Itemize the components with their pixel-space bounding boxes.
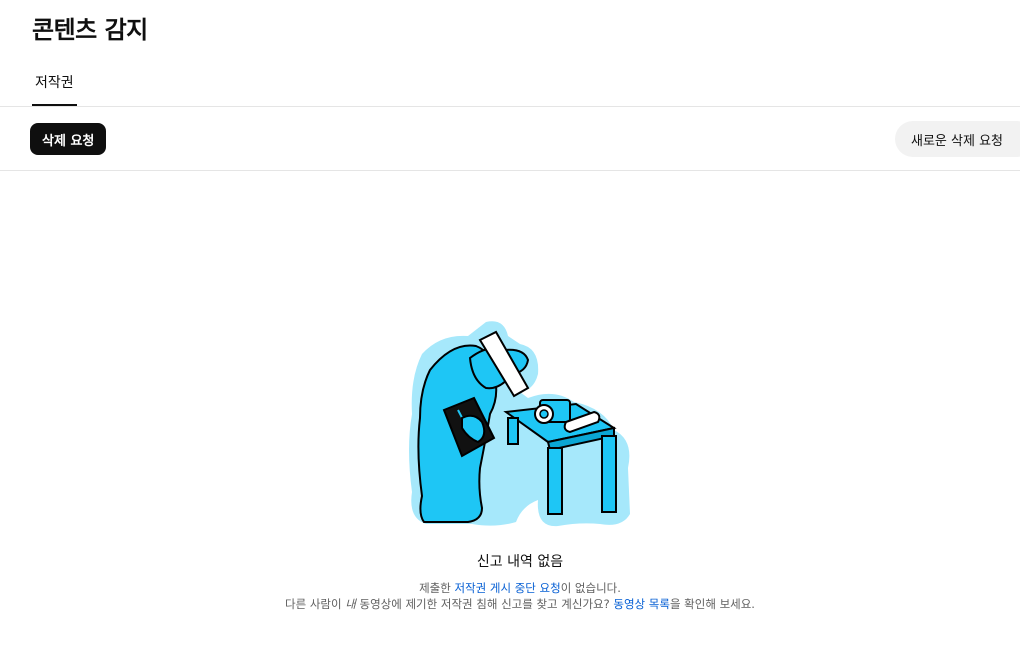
illustration-table-leg [547, 447, 563, 515]
line2-suffix: 을 확인해 보세요. [669, 597, 755, 611]
copyright-takedown-link[interactable]: 저작권 게시 중단 요청 [455, 581, 561, 595]
person-inspecting-camera-illustration [409, 321, 630, 527]
empty-state-title: 신고 내역 없음 [476, 554, 564, 570]
tab-copyright[interactable]: 저작권 [32, 60, 77, 106]
line1-prefix: 제출한 [419, 581, 455, 595]
illustration-table-leg [601, 435, 617, 513]
illustration-table-leg [507, 417, 519, 445]
empty-state-line-1: 제출한 저작권 게시 중단 요청이 없습니다. [0, 580, 1020, 596]
toolbar: 삭제 요청 새로운 삭제 요청 [0, 107, 1020, 170]
toolbar-divider [0, 170, 1020, 171]
line2-prefix: 다른 사람이 [285, 597, 346, 611]
page-title: 콘텐츠 감지 [32, 16, 148, 44]
line2-emphasis: 내 [345, 597, 356, 611]
line1-suffix: 이 없습니다. [560, 581, 621, 595]
video-list-link[interactable]: 동영상 목록 [613, 597, 670, 611]
tab-bar: 저작권 [32, 60, 77, 106]
new-removal-request-button[interactable]: 새로운 삭제 요청 [895, 121, 1020, 157]
line2-middle: 동영상에 제기한 저작권 침해 신고를 찾고 계신가요? [355, 597, 614, 611]
removal-request-filter-chip[interactable]: 삭제 요청 [30, 123, 107, 155]
empty-state-line-2: 다른 사람이 내 동영상에 제기한 저작권 침해 신고를 찾고 계신가요? 동영… [0, 596, 1020, 612]
